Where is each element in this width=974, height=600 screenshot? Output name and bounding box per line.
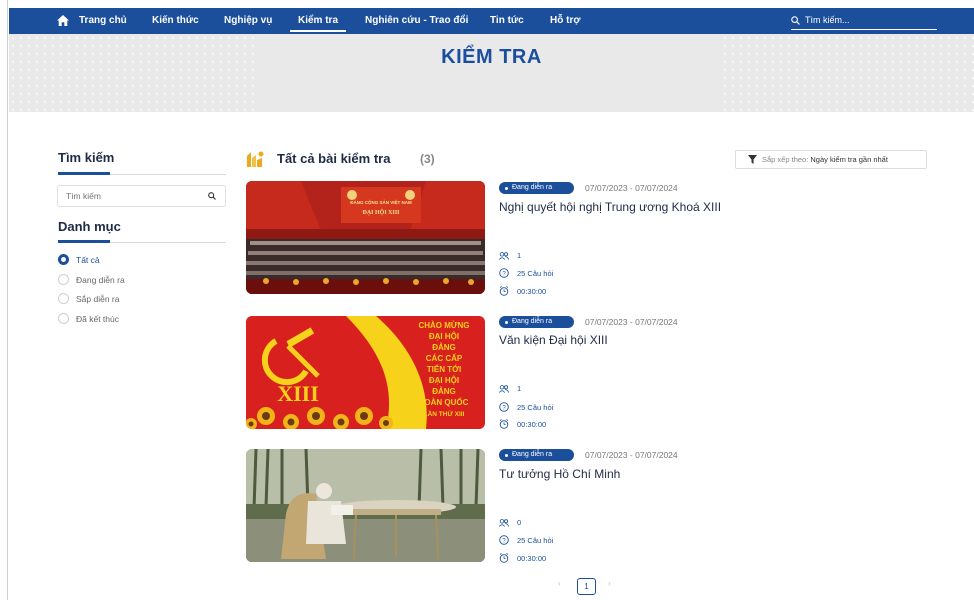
clock-icon <box>499 553 509 563</box>
poster-text-line: ĐẢNG <box>432 343 456 352</box>
pagination-prev[interactable]: ‹ <box>558 579 561 588</box>
nav-item-news[interactable]: Tin tức <box>490 8 524 34</box>
svg-text:?: ? <box>502 271 506 277</box>
category-ongoing[interactable]: Đang diễn ra <box>58 274 125 285</box>
nav-item-home[interactable]: Trang chủ <box>79 8 127 34</box>
participants-count: 0 <box>499 518 521 527</box>
category-label: Tất cả <box>76 254 100 265</box>
svg-text:?: ? <box>502 538 506 544</box>
sort-value: Ngày kiểm tra gần nhất <box>810 155 888 164</box>
duration-value: 00:30:00 <box>517 553 547 563</box>
card-thumbnail-photo[interactable] <box>246 449 485 562</box>
nav-item-support[interactable]: Hỗ trợ <box>550 8 580 34</box>
card-title[interactable]: Tư tưởng Hồ Chí Minh <box>499 467 620 481</box>
nav-item-profession[interactable]: Nghiệp vụ <box>224 8 272 34</box>
header-search-placeholder: Tìm kiếm... <box>805 15 850 25</box>
duration-value: 00:30:00 <box>517 286 547 296</box>
date-range: 07/07/2023 - 07/07/2024 <box>585 317 678 327</box>
filter-icon <box>748 155 757 164</box>
poster-banner-line2: ĐẠI HỘI XIII <box>362 208 400 216</box>
question-count: ? 25 Câu hỏi <box>499 402 553 412</box>
radio-checked[interactable] <box>58 254 69 265</box>
questions-value: 25 Câu hỏi <box>517 268 554 278</box>
poster-text-line: ĐẢNG <box>432 387 456 396</box>
participants-value: 0 <box>517 518 522 527</box>
window-left-edge <box>0 0 8 600</box>
category-heading: Danh mục <box>58 219 121 234</box>
duration: 00:30:00 <box>499 553 546 563</box>
participants-count: 1 <box>499 251 521 260</box>
duration: 00:30:00 <box>499 286 546 296</box>
users-icon <box>499 384 509 393</box>
users-icon <box>499 251 509 260</box>
search-icon[interactable] <box>208 192 216 200</box>
question-count: ? 25 Câu hỏi <box>499 535 553 545</box>
header-search-input[interactable]: Tìm kiếm... <box>791 12 937 30</box>
heading-underline <box>58 240 110 243</box>
poster-text-line: ĐẠI HỘI <box>429 332 459 341</box>
date-range: 07/07/2023 - 07/07/2024 <box>585 183 678 193</box>
category-label: Đang diễn ra <box>76 274 125 285</box>
nav-item-research[interactable]: Nghiên cứu - Trao đổi <box>365 8 468 34</box>
svg-text:?: ? <box>502 405 506 411</box>
search-icon <box>791 16 800 25</box>
clock-icon <box>499 419 509 429</box>
questions-value: 25 Câu hỏi <box>517 535 554 545</box>
poster-text-line: TIẾN TỚI <box>427 364 461 374</box>
nav-item-test[interactable]: Kiểm tra <box>289 8 347 34</box>
participants-value: 1 <box>517 384 522 393</box>
poster-text-line: ĐẠI HỘI <box>429 376 459 385</box>
duration: 00:30:00 <box>499 419 546 429</box>
duration-value: 00:30:00 <box>517 419 547 429</box>
list-count: (3) <box>420 152 435 166</box>
card-title[interactable]: Nghị quyết hội nghị Trung ương Khoá XIII <box>499 200 721 214</box>
pagination-current-page[interactable]: 1 <box>577 578 596 595</box>
card-thumbnail-congress[interactable]: ĐẢNG CỘNG SẢN VIỆT NAM ĐẠI HỘI XIII <box>246 181 485 294</box>
question-icon: ? <box>499 402 509 412</box>
page-title: KIỂM TRA <box>441 46 542 68</box>
participants-value: 1 <box>517 251 522 260</box>
category-ended[interactable]: Đã kết thúc <box>58 313 119 324</box>
question-icon: ? <box>499 535 509 545</box>
pagination-next[interactable]: › <box>608 579 611 588</box>
heading-underline <box>58 172 110 175</box>
radio-unchecked[interactable] <box>58 293 69 304</box>
clock-icon <box>499 286 509 296</box>
home-icon[interactable] <box>57 15 69 26</box>
poster-text-line: CÁC CẤP <box>426 353 463 363</box>
poster-banner-line1: ĐẢNG CỘNG SẢN VIỆT NAM <box>350 198 412 205</box>
poster-text-line: TOÀN QUỐC <box>420 397 469 407</box>
poster-text-line: CHÀO MỪNG <box>418 321 469 330</box>
search-heading: Tìm kiếm <box>58 150 115 165</box>
nav-item-knowledge[interactable]: Kiến thức <box>152 8 199 34</box>
window-top-edge <box>0 0 974 8</box>
sort-label: Sắp xếp theo: <box>762 155 809 164</box>
category-all[interactable]: Tất cả <box>58 254 100 265</box>
card-title[interactable]: Văn kiện Đại hội XIII <box>499 333 608 347</box>
category-label: Đã kết thúc <box>76 313 119 324</box>
page-hero-banner: KIỂM TRA <box>9 34 974 112</box>
exam-list-icon <box>247 151 264 167</box>
radio-unchecked[interactable] <box>58 274 69 285</box>
sort-dropdown[interactable]: Sắp xếp theo: Ngày kiểm tra gần nhất <box>735 150 927 169</box>
main-navbar: Trang chủ Kiến thức Nghiệp vụ Kiểm tra N… <box>9 8 974 34</box>
status-badge: Đang diễn ra <box>499 182 574 194</box>
radio-unchecked[interactable] <box>58 313 69 324</box>
question-icon: ? <box>499 268 509 278</box>
questions-value: 25 Câu hỏi <box>517 402 554 412</box>
category-label: Sắp diễn ra <box>76 293 120 304</box>
status-badge: Đang diễn ra <box>499 449 574 461</box>
question-count: ? 25 Câu hỏi <box>499 268 553 278</box>
status-badge: Đang diễn ra <box>499 316 574 328</box>
sidebar-search-input[interactable] <box>57 185 226 207</box>
list-title: Tất cả bài kiểm tra <box>277 151 391 166</box>
card-thumbnail-poster[interactable]: XIII CHÀO MỪNG ĐẠI HỘI ĐẢNG CÁC CẤP TIẾN… <box>246 316 485 429</box>
date-range: 07/07/2023 - 07/07/2024 <box>585 450 678 460</box>
category-upcoming[interactable]: Sắp diễn ra <box>58 293 119 304</box>
poster-numeral: XIII <box>277 381 319 406</box>
participants-count: 1 <box>499 384 521 393</box>
users-icon <box>499 518 509 527</box>
